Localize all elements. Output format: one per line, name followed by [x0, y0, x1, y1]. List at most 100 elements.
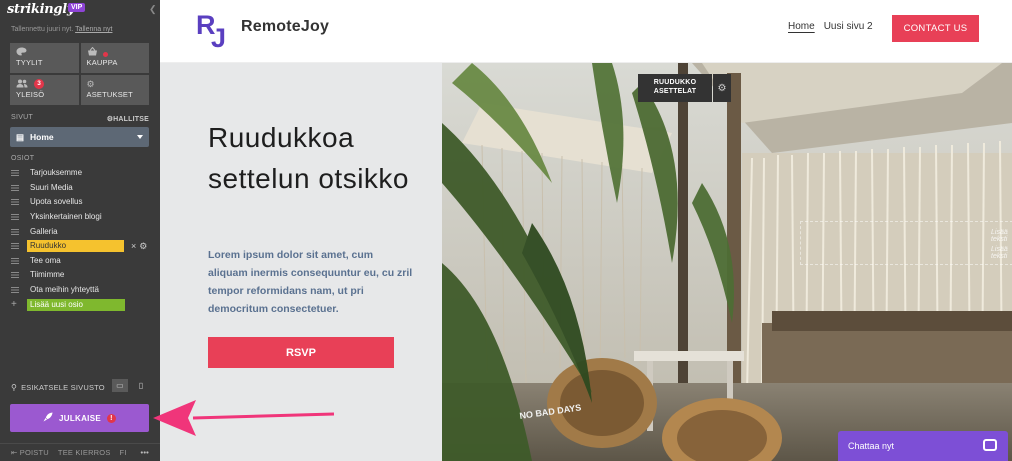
nav-link-new-page[interactable]: Uusi sivu 2: [824, 21, 873, 32]
section-label: Ota meihin yhteyttä: [30, 285, 99, 295]
site-preview: R J RemoteJoy Home Uusi sivu 2 CONTACT U…: [160, 0, 1012, 461]
sidebar-footer: ⇤ POISTU TEE KIERROS FI •••: [0, 443, 160, 461]
publish-label: JULKAISE: [59, 413, 101, 423]
delete-section-icon[interactable]: ×: [131, 241, 136, 252]
drag-handle-icon[interactable]: [11, 243, 19, 250]
section-item[interactable]: Tiimimme: [11, 268, 151, 283]
drag-handle-icon[interactable]: [11, 257, 19, 264]
section-actions: × ⚙: [131, 241, 147, 252]
manage-label: HALLITSE: [113, 116, 149, 123]
site-header: R J RemoteJoy Home Uusi sivu 2 CONTACT U…: [160, 0, 1012, 63]
section-label: Upota sovellus: [30, 197, 83, 207]
editor-tiles: TYYLIT KAUPPA 3 YLEISÖ ⚙ ASETUKSET: [10, 43, 149, 105]
svg-text:J: J: [211, 23, 226, 48]
section-label: Galleria: [30, 226, 58, 236]
palette-icon: [16, 47, 73, 57]
plus-icon: +: [11, 298, 17, 310]
mobile-preview-icon[interactable]: ▯: [133, 379, 149, 392]
section-label: Suuri Media: [30, 182, 73, 192]
gear-icon: ⚙: [86, 79, 95, 89]
exit-label: POISTU: [19, 448, 49, 457]
section-label: Tarjouksemme: [30, 168, 83, 178]
drag-handle-icon[interactable]: [11, 184, 19, 191]
add-section-button[interactable]: + Lisää uusi osio: [11, 297, 151, 312]
section-item[interactable]: Suuri Media: [11, 181, 151, 196]
strikingly-logo: strikingly: [7, 2, 75, 17]
collapse-sidebar-icon[interactable]: ❮: [149, 4, 157, 15]
page-select[interactable]: ▤ Home: [10, 127, 149, 147]
tile-settings[interactable]: ⚙ ASETUKSET: [80, 75, 149, 105]
drag-handle-icon[interactable]: [11, 214, 19, 221]
publish-warning-icon: !: [106, 413, 116, 423]
current-page-label: Home: [30, 132, 54, 142]
hero-body[interactable]: Lorem ipsum dolor sit amet, cum aliquam …: [208, 246, 413, 318]
section-item-active[interactable]: Ruudukko × ⚙: [11, 239, 151, 254]
chat-label: Chattaa nyt: [848, 441, 895, 451]
gear-icon[interactable]: ⚙: [713, 74, 731, 102]
grid-layout-settings-button[interactable]: RUUDUKKO ASETTELAT: [638, 74, 712, 102]
language-button[interactable]: FI: [120, 448, 127, 457]
tile-label: TYYLIT: [16, 58, 43, 67]
site-nav: Home Uusi sivu 2: [788, 21, 873, 32]
exit-icon: ⇤: [11, 448, 20, 457]
tile-label: ASETUKSET: [86, 90, 133, 99]
add-text-label: Lisää teksti: [991, 246, 1008, 260]
section-label: Tiimimme: [30, 270, 65, 280]
section-item[interactable]: Yksinkertainen blogi: [11, 210, 151, 225]
hero-title[interactable]: Ruudukkoa settelun otsikko: [208, 117, 428, 199]
search-icon: ⚲: [11, 383, 18, 392]
save-now-link[interactable]: Tallenna nyt: [75, 26, 112, 33]
sections-heading: OSIOT: [11, 155, 35, 162]
drag-handle-icon[interactable]: [11, 170, 19, 177]
shopping-basket-icon: [87, 46, 144, 57]
section-item[interactable]: Upota sovellus: [11, 195, 151, 210]
exit-button[interactable]: ⇤ POISTU: [11, 448, 49, 457]
drag-handle-icon[interactable]: [11, 228, 19, 235]
brand-logo-icon[interactable]: R J: [196, 8, 232, 48]
tile-audience[interactable]: 3 YLEISÖ: [10, 75, 79, 105]
audience-count-badge: 3: [34, 79, 44, 89]
section-item[interactable]: Ota meihin yhteyttä: [11, 283, 151, 298]
take-tour-button[interactable]: TEE KIERROS: [58, 448, 111, 457]
manage-pages-button[interactable]: ⚙HALLITSE: [107, 115, 149, 123]
section-item[interactable]: Tee oma: [11, 254, 151, 269]
tile-label: YLEISÖ: [16, 90, 45, 99]
tile-store[interactable]: KAUPPA: [80, 43, 149, 73]
rsvp-button[interactable]: RSVP: [208, 337, 394, 368]
hero-text-panel: Ruudukkoa settelun otsikko Lorem ipsum d…: [160, 63, 442, 461]
rocket-icon: [43, 412, 53, 424]
drag-handle-icon[interactable]: [11, 272, 19, 279]
editor-sidebar: strikingly VIP ❮ Tallennettu juuri nyt. …: [0, 0, 160, 461]
vip-badge: VIP: [68, 3, 86, 12]
preview-site-link[interactable]: ESIKATSELE SIVUSTO: [21, 383, 105, 392]
contact-us-button[interactable]: CONTACT US: [892, 15, 979, 42]
desktop-preview-icon[interactable]: ▭: [112, 379, 128, 392]
tile-styles[interactable]: TYYLIT: [10, 43, 79, 73]
chevron-down-icon: [137, 135, 143, 139]
hero-photo[interactable]: NO BAD DAYS Lisää teksti Lisää teksti: [442, 63, 1012, 461]
section-label: Yksinkertainen blogi: [30, 212, 102, 222]
drag-handle-icon[interactable]: [11, 287, 19, 294]
chat-bubble-icon: [983, 439, 997, 451]
preview-site-row: ⚲ ESIKATSELE SIVUSTO ▭ ▯: [11, 379, 149, 392]
section-list: Tarjouksemme Suuri Media Upota sovellus …: [11, 166, 151, 312]
drag-handle-icon[interactable]: [11, 199, 19, 206]
page-list-icon: ▤: [16, 131, 25, 142]
nav-link-home[interactable]: Home: [788, 21, 815, 32]
pages-heading: SIVUT: [11, 114, 34, 121]
sidebar-header: strikingly VIP ❮ Tallennettu juuri nyt. …: [0, 0, 160, 40]
tile-label: KAUPPA: [86, 58, 118, 67]
chat-now-button[interactable]: Chattaa nyt: [838, 431, 1008, 461]
add-section-label: Lisää uusi osio: [27, 298, 125, 311]
notification-dot: [102, 52, 108, 57]
add-text-placeholder[interactable]: Lisää teksti Lisää teksti: [800, 221, 1012, 265]
section-label: Tee oma: [30, 255, 61, 265]
section-item[interactable]: Galleria: [11, 224, 151, 239]
more-options-icon[interactable]: •••: [141, 448, 149, 457]
publish-button[interactable]: JULKAISE !: [10, 404, 149, 432]
section-settings-gear-icon[interactable]: ⚙: [139, 241, 147, 252]
section-item[interactable]: Tarjouksemme: [11, 166, 151, 181]
brand-name[interactable]: RemoteJoy: [241, 18, 329, 36]
add-text-label: Lisää teksti: [991, 229, 1008, 243]
saved-text: Tallennettu juuri nyt.: [11, 26, 74, 33]
